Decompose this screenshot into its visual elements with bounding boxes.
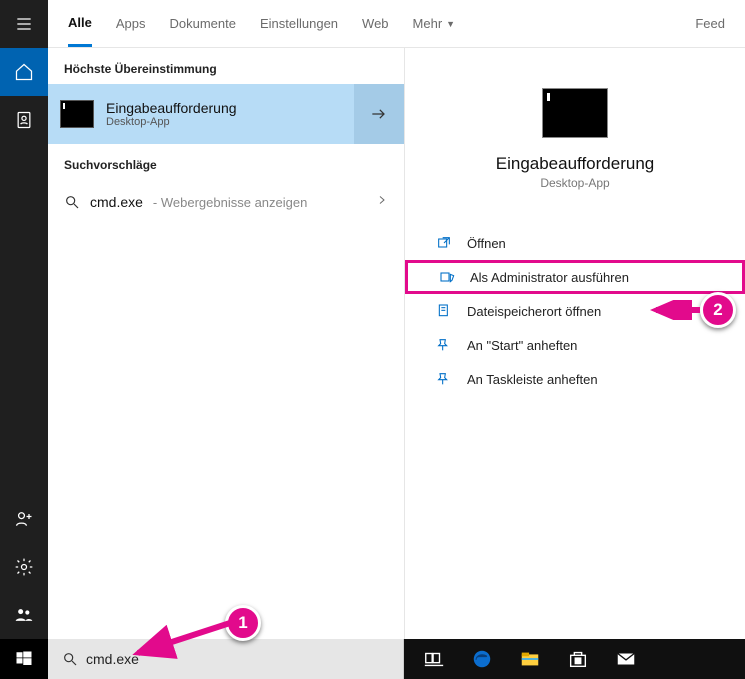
action-open[interactable]: Öffnen <box>405 226 745 260</box>
action-open-label: Öffnen <box>467 236 506 251</box>
action-pin-start-label: An "Start" anheften <box>467 338 577 353</box>
tab-web[interactable]: Web <box>362 0 389 47</box>
expand-arrow-icon[interactable] <box>354 84 404 144</box>
pin-icon <box>435 337 453 353</box>
suggestion-meta: - Webergebnisse anzeigen <box>153 195 307 210</box>
address-book-icon[interactable] <box>0 96 48 144</box>
action-pin-start[interactable]: An "Start" anheften <box>405 328 745 362</box>
best-match-header: Höchste Übereinstimmung <box>48 48 404 84</box>
suggestions-header: Suchvorschläge <box>48 144 404 180</box>
sidebar-bottom <box>0 495 48 639</box>
chevron-right-icon <box>376 193 388 211</box>
menu-icon[interactable] <box>0 0 48 48</box>
task-view-icon[interactable] <box>412 639 456 679</box>
tab-alle[interactable]: Alle <box>68 0 92 47</box>
results-column: Höchste Übereinstimmung Eingabeaufforder… <box>48 48 404 639</box>
folder-icon <box>435 303 453 319</box>
file-explorer-icon[interactable] <box>508 639 552 679</box>
content-split: Höchste Übereinstimmung Eingabeaufforder… <box>48 48 745 639</box>
taskbar <box>404 639 745 679</box>
action-pin-taskbar-label: An Taskleiste anheften <box>467 372 598 387</box>
pin-taskbar-icon <box>435 371 453 387</box>
search-sidebar <box>0 0 48 679</box>
people-icon[interactable] <box>0 591 48 639</box>
action-run-admin[interactable]: Als Administrator ausführen <box>405 260 745 294</box>
best-match-subtitle: Desktop-App <box>106 116 237 128</box>
main: Alle Apps Dokumente Einstellungen Web Me… <box>48 0 745 679</box>
chevron-down-icon: ▼ <box>446 19 455 29</box>
action-pin-taskbar[interactable]: An Taskleiste anheften <box>405 362 745 396</box>
annotation-marker-2: 2 <box>700 292 736 328</box>
tab-einstellungen[interactable]: Einstellungen <box>260 0 338 47</box>
best-match-title: Eingabeaufforderung <box>106 100 237 116</box>
detail-hero: Eingabeaufforderung Desktop-App <box>405 48 745 190</box>
search-icon <box>64 194 80 210</box>
tab-dokumente[interactable]: Dokumente <box>169 0 235 47</box>
detail-subtitle: Desktop-App <box>540 176 609 190</box>
mail-icon[interactable] <box>604 639 648 679</box>
sidebar-spacer <box>0 144 48 495</box>
start-button[interactable] <box>0 639 48 679</box>
sidebar-top <box>0 0 48 144</box>
person-add-icon[interactable] <box>0 495 48 543</box>
detail-title: Eingabeaufforderung <box>496 154 655 174</box>
action-file-location-label: Dateispeicherort öffnen <box>467 304 601 319</box>
cmd-icon-large <box>542 88 608 138</box>
settings-icon[interactable] <box>0 543 48 591</box>
detail-column: Eingabeaufforderung Desktop-App Öffnen A… <box>404 48 745 639</box>
search-tabs: Alle Apps Dokumente Einstellungen Web Me… <box>48 0 745 48</box>
open-icon <box>435 235 453 251</box>
suggestion-row[interactable]: cmd.exe - Webergebnisse anzeigen <box>48 180 404 224</box>
tab-mehr-label: Mehr <box>413 16 443 31</box>
tab-feedback[interactable]: Feed <box>695 0 725 47</box>
shield-icon <box>438 269 456 285</box>
tab-mehr[interactable]: Mehr▼ <box>413 0 456 47</box>
annotation-arrow-2 <box>650 300 705 320</box>
annotation-arrow-1 <box>130 615 235 660</box>
search-icon <box>62 651 78 667</box>
store-icon[interactable] <box>556 639 600 679</box>
edge-icon[interactable] <box>460 639 504 679</box>
action-run-admin-label: Als Administrator ausführen <box>470 270 629 285</box>
best-match-text: Eingabeaufforderung Desktop-App <box>106 100 237 128</box>
home-icon[interactable] <box>0 48 48 96</box>
best-match-row: Eingabeaufforderung Desktop-App <box>48 84 404 144</box>
best-match-item[interactable]: Eingabeaufforderung Desktop-App <box>48 84 354 144</box>
cmd-icon <box>60 100 94 128</box>
suggestion-term: cmd.exe <box>90 194 143 210</box>
root: Alle Apps Dokumente Einstellungen Web Me… <box>0 0 745 679</box>
tab-apps[interactable]: Apps <box>116 0 146 47</box>
